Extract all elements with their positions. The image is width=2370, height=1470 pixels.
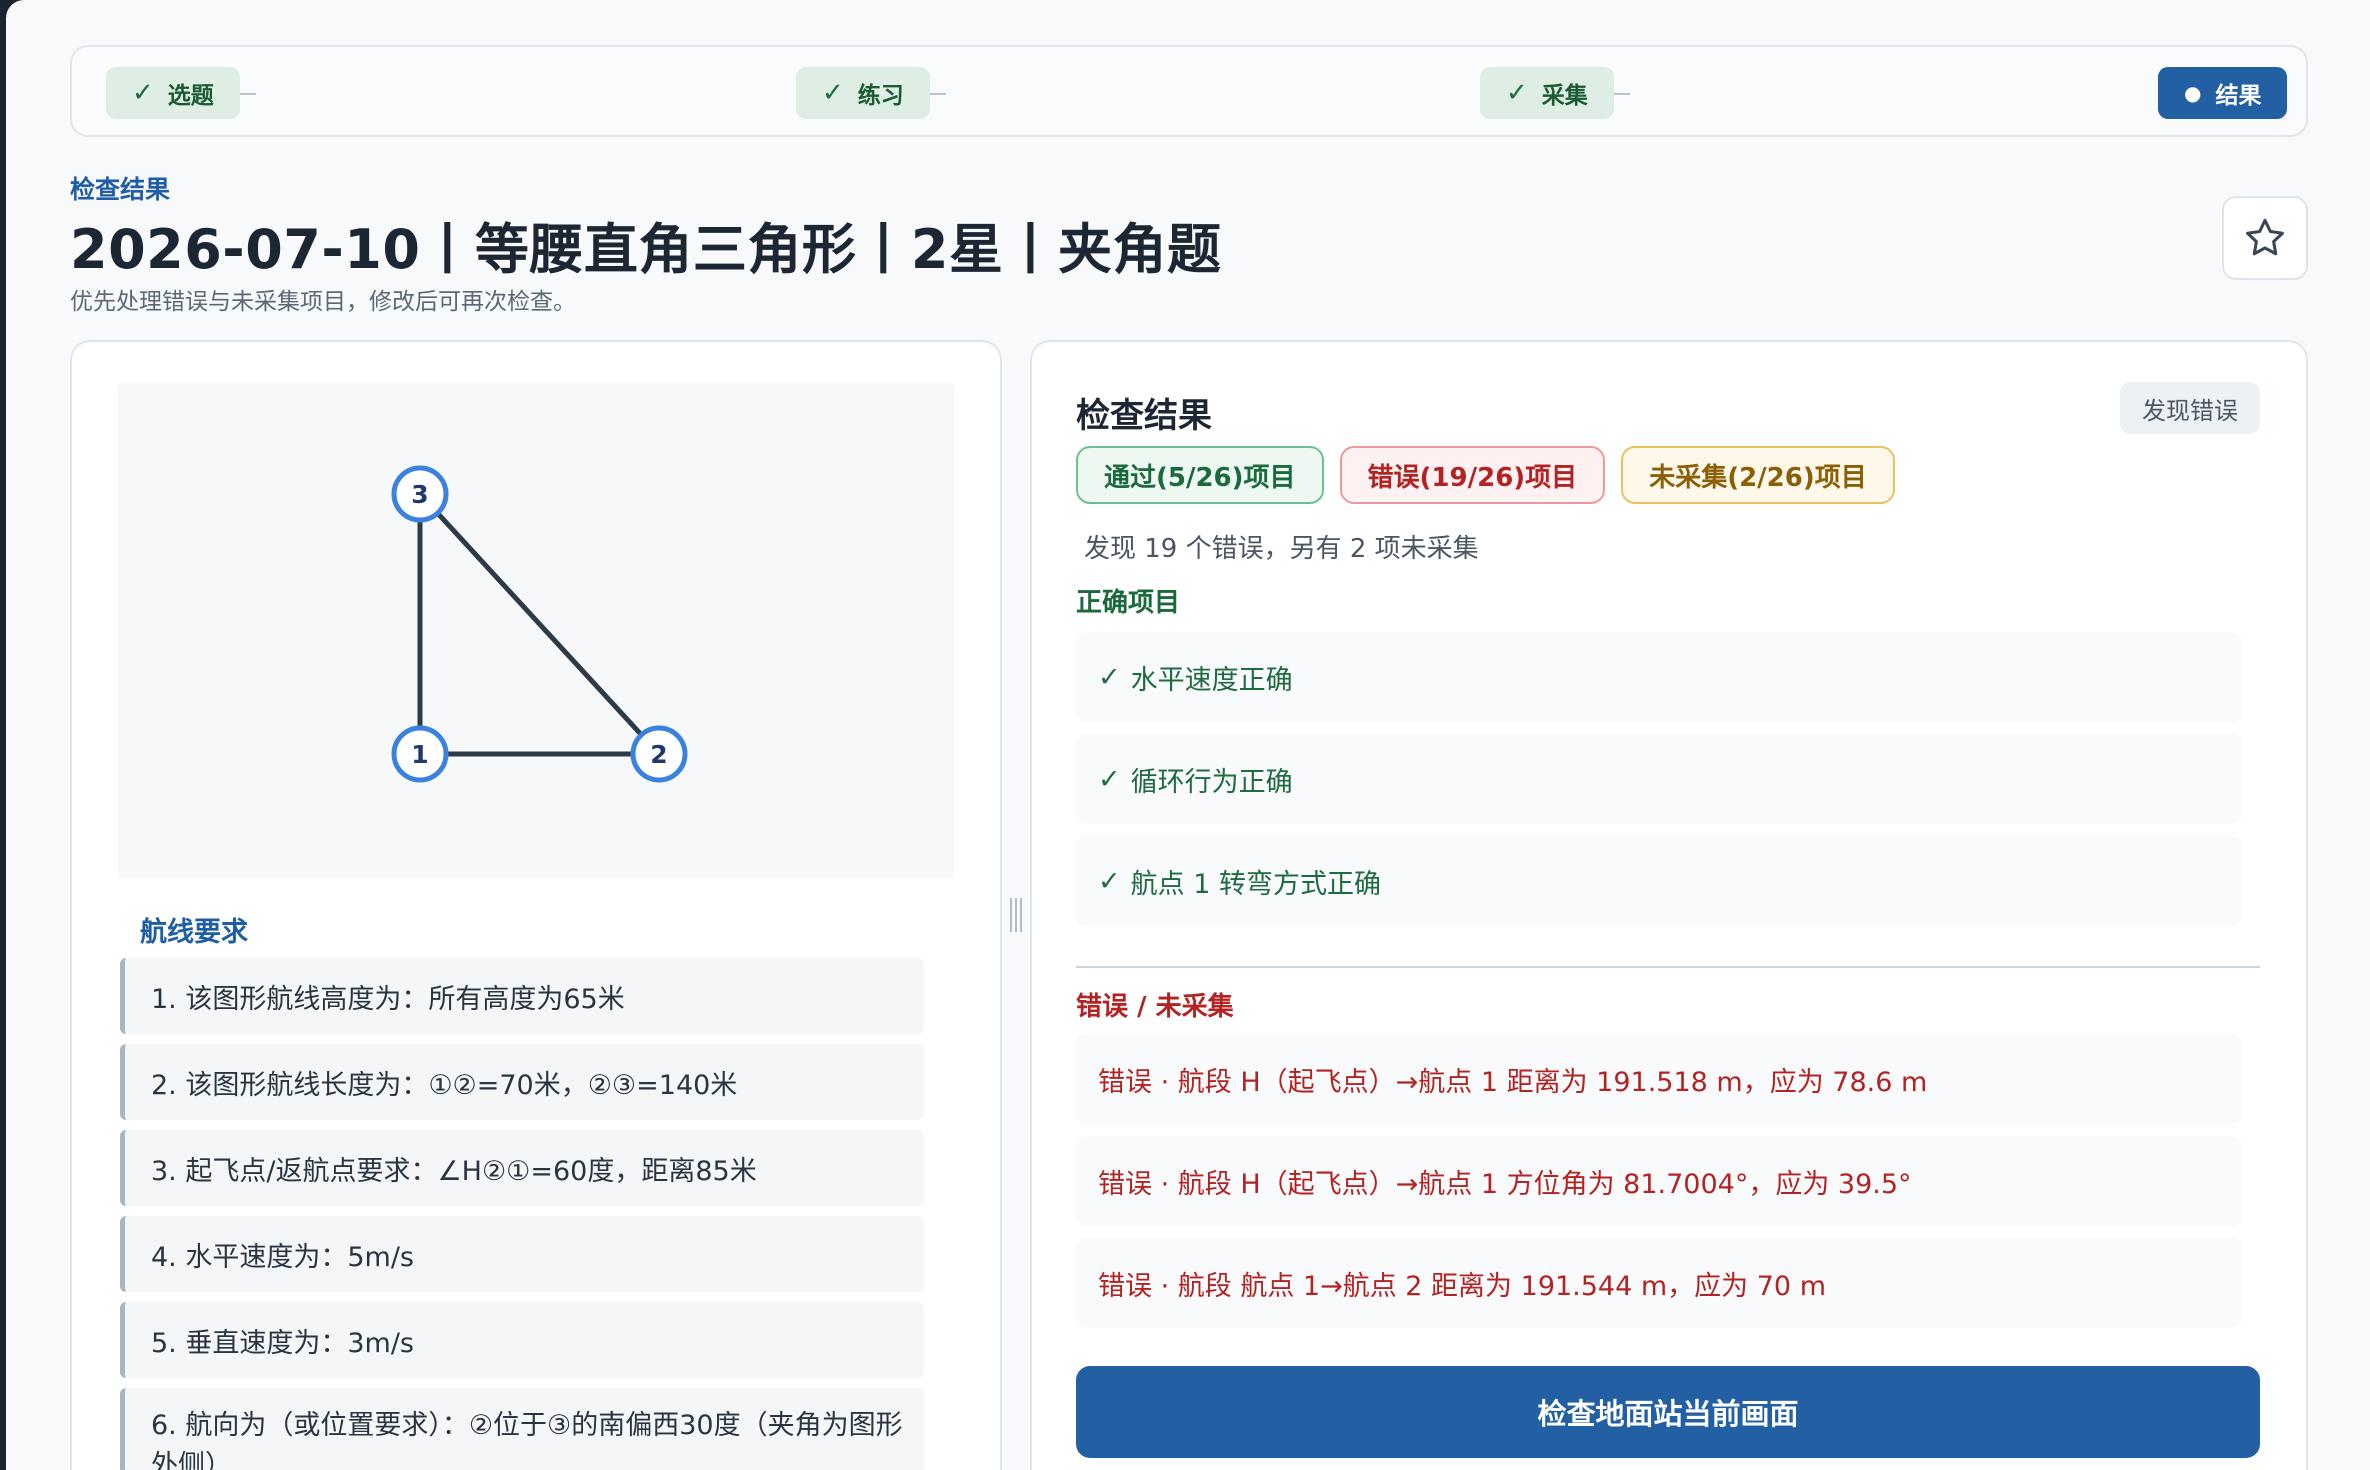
error-list[interactable]: 错误 · 航段 H（起飞点）→航点 1 距离为 191.518 m，应为 78.… [1076,1034,2242,1344]
requirement-item: 5. 垂直速度为：3m/s [120,1302,924,1378]
star-outline-icon [2246,218,2284,256]
list-item: ✓ 水平速度正确 [1076,632,2242,722]
requirements-title: 航线要求 [140,917,248,948]
route-panel: 1 2 3 航线要求 1. 该图形航线高度为：所有高度为65米 2. 该图形航线长度… [70,340,1002,1470]
check-icon: ✓ [1098,865,1121,897]
item-text: 航点 1 转弯方式正确 [1130,868,1381,900]
route-edge-2-3 [418,492,661,756]
waypoint-label: 1 [411,740,428,769]
requirements-list: 1. 该图形航线高度为：所有高度为65米 2. 该图形航线长度为：①②=70米，… [120,958,924,1470]
correct-list[interactable]: ✓ 水平速度正确 ✓ 循环行为正确 ✓ 航点 1 转弯方式正确 [1076,632,2242,970]
requirement-item: 1. 该图形航线高度为：所有高度为65米 [120,958,924,1034]
check-ground-station-button[interactable]: 检查地面站当前画面 [1076,1366,2260,1458]
step-label: 采集 [1541,83,1588,109]
list-item: ✓ 循环行为正确 [1076,734,2242,824]
check-icon: ✓ [1098,763,1121,795]
requirement-item: 6. 航向为（或位置要求）：②位于③的南偏西30度（夹角为图形外侧） [120,1388,924,1470]
correct-section-title: 正确项目 [1076,588,1181,618]
step-collect[interactable]: ✓ 采集 [1480,67,1614,119]
requirement-item: 4. 水平速度为：5m/s [120,1216,924,1292]
list-item: 错误 · 航段 H（起飞点）→航点 1 距离为 191.518 m，应为 78.… [1076,1034,2242,1124]
progress-stepper: ✓ 选题 ✓ 练习 ✓ 采集 ● 结果 [70,45,2308,137]
step-label: 选题 [167,83,214,109]
item-text: 循环行为正确 [1130,766,1293,798]
step-connector [240,93,256,95]
step-practice[interactable]: ✓ 练习 [796,67,930,119]
waypoint-1[interactable]: 1 [391,725,449,783]
check-icon: ✓ [1506,78,1528,108]
waypoint-label: 3 [411,480,428,509]
step-connector [930,93,946,95]
page-title: 2026-07-10丨等腰直角三角形丨2星丨夹角题 [70,218,1222,281]
missing-chip[interactable]: 未采集(2/26)项目 [1621,446,1895,504]
requirement-item: 3. 起飞点/返航点要求：∠H②①=60度，距离85米 [120,1130,924,1206]
panel-resize-handle[interactable] [1008,898,1024,932]
step-result[interactable]: ● 结果 [2158,67,2288,119]
error-section-title: 错误 / 未采集 [1076,992,1234,1022]
section-divider [1076,966,2260,968]
step-label: 练习 [857,83,904,109]
waypoint-2[interactable]: 2 [630,725,688,783]
requirement-item: 2. 该图形航线长度为：①②=70米，②③=140米 [120,1044,924,1120]
page-eyebrow: 检查结果 [70,175,171,204]
results-summary: 发现 19 个错误，另有 2 项未采集 [1084,534,1479,564]
step-connector [1614,93,1630,95]
step-select[interactable]: ✓ 选题 [106,67,240,119]
check-icon: ✓ [132,78,154,108]
waypoint-3[interactable]: 3 [391,465,449,523]
waypoint-label: 2 [650,740,667,769]
results-panel: 检查结果 发现错误 通过(5/26)项目 错误(19/26)项目 未采集(2/2… [1030,340,2308,1470]
app-window: ✓ 选题 ✓ 练习 ✓ 采集 ● 结果 检查结果 2026-07-10丨等腰直角… [6,0,2370,1470]
item-text: 水平速度正确 [1130,664,1293,696]
check-icon: ✓ [822,78,844,108]
step-label: 结果 [2215,83,2262,109]
page-subtitle: 优先处理错误与未采集项目，修改后可再次检查。 [70,289,576,315]
route-diagram: 1 2 3 [118,382,954,878]
results-title: 检查结果 [1076,396,1212,436]
error-chip[interactable]: 错误(19/26)项目 [1339,446,1606,504]
list-item: 错误 · 航段 H（起飞点）→航点 1 方位角为 81.7004°，应为 39.… [1076,1136,2242,1226]
pass-chip[interactable]: 通过(5/26)项目 [1076,446,1324,504]
route-diagram-svg: 1 2 3 [391,465,688,783]
check-icon: ✓ [1098,661,1121,693]
list-item: ✓ 航点 1 转弯方式正确 [1076,836,2242,926]
current-dot-icon: ● [2184,81,2202,105]
result-chips: 通过(5/26)项目 错误(19/26)项目 未采集(2/26)项目 [1076,446,1895,504]
list-item: 错误 · 航段 航点 1→航点 2 距离为 191.544 m，应为 70 m [1076,1238,2242,1328]
status-badge: 发现错误 [2120,382,2260,434]
favorite-button[interactable] [2222,196,2308,280]
